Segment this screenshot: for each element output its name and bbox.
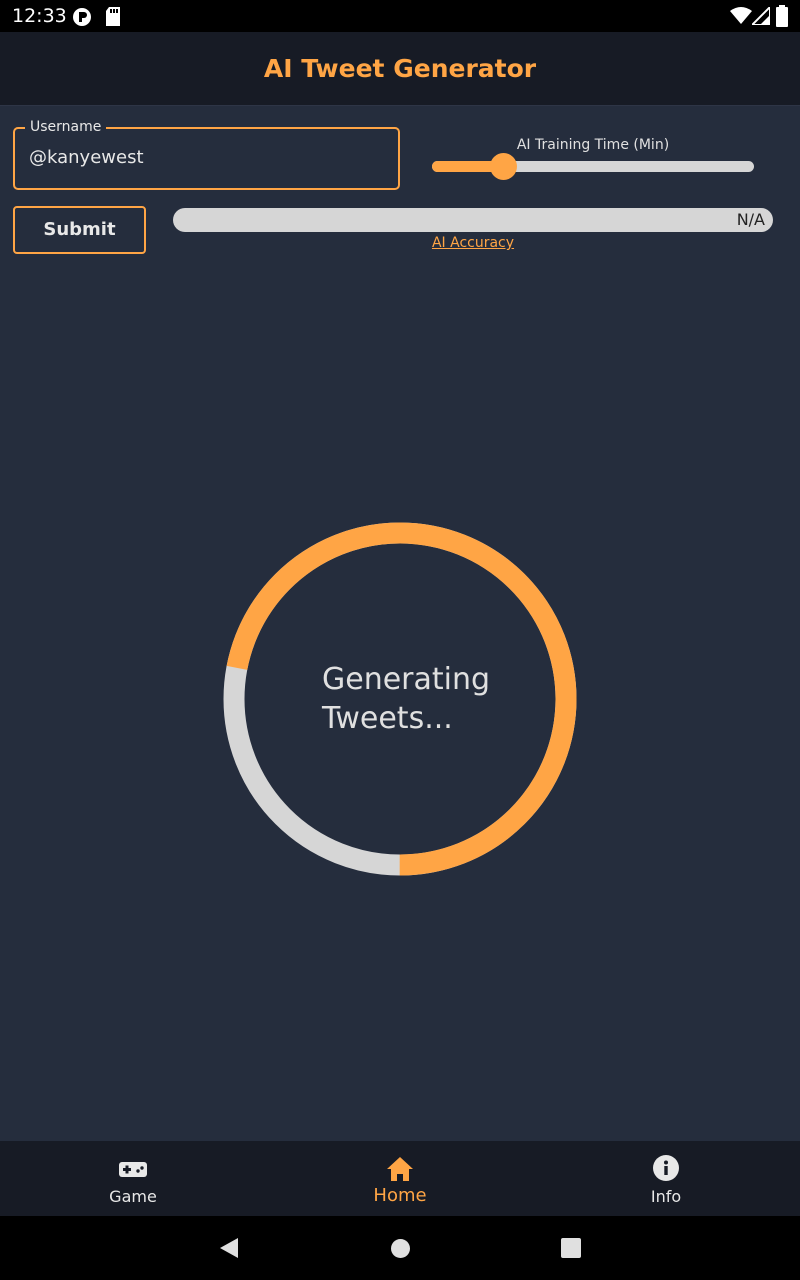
progress-text-line2: Tweets... (322, 701, 453, 736)
wifi-icon (730, 7, 752, 24)
back-icon[interactable] (218, 1237, 240, 1259)
nav-label-info: Info (650, 1187, 682, 1206)
sd-card-icon (106, 7, 120, 26)
battery-icon (776, 5, 788, 27)
username-label: Username (25, 119, 107, 135)
training-time-thumb[interactable] (489, 153, 517, 180)
nav-item-game[interactable]: Game (53, 1141, 213, 1216)
username-field[interactable]: Username (13, 119, 400, 190)
username-input[interactable] (29, 147, 379, 168)
accuracy-bar: N/A (173, 208, 773, 232)
bottom-nav: Game Home Info (0, 1141, 800, 1216)
recents-icon[interactable] (561, 1238, 581, 1258)
signal-icon (752, 7, 770, 25)
nav-item-info[interactable]: Info (586, 1141, 746, 1216)
accuracy-value: N/A (736, 210, 765, 229)
nav-item-home[interactable]: Home (320, 1141, 480, 1216)
home-icon (387, 1157, 413, 1181)
training-time-slider[interactable] (432, 153, 754, 180)
info-icon (653, 1155, 679, 1181)
status-bar: 12:33 (0, 0, 800, 32)
gamepad-icon (119, 1162, 147, 1177)
app-title: AI Tweet Generator (263, 54, 537, 83)
progress-text-line1: Generating (322, 662, 491, 697)
home-circle-icon[interactable] (390, 1238, 411, 1259)
nav-label-game: Game (109, 1187, 157, 1206)
system-nav-bar (0, 1216, 800, 1280)
accuracy-link[interactable]: AI Accuracy (173, 235, 773, 251)
status-time: 12:33 (12, 5, 67, 27)
app-bar: AI Tweet Generator (0, 32, 800, 106)
notification-p-icon (73, 8, 91, 26)
nav-label-home: Home (373, 1185, 427, 1206)
training-time-label: AI Training Time (Min) (516, 137, 670, 153)
submit-button[interactable]: Submit (13, 206, 146, 254)
progress-text: Generating Tweets... (322, 660, 522, 738)
